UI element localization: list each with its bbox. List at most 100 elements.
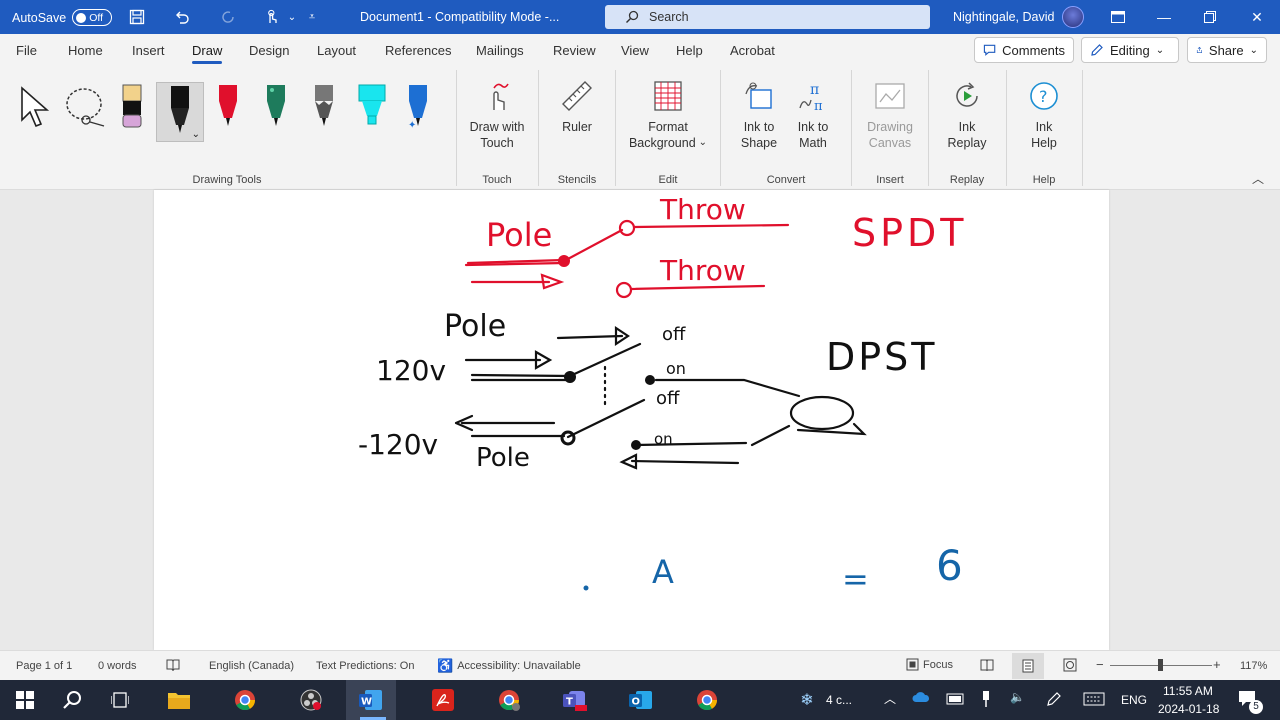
redo-icon[interactable] xyxy=(219,7,239,27)
eraser-icon[interactable] xyxy=(122,84,142,130)
save-icon[interactable] xyxy=(127,7,147,27)
usb-device-icon[interactable] xyxy=(980,690,992,711)
tab-help[interactable]: Help xyxy=(676,43,703,58)
notification-badge: 5 xyxy=(1249,700,1263,714)
search-box[interactable]: Search xyxy=(605,5,930,29)
pen-red[interactable] xyxy=(218,84,238,130)
ribbon-display-options-icon[interactable] xyxy=(1106,6,1130,28)
clock-date[interactable]: 2024-01-18 xyxy=(1158,702,1219,716)
touch-mode-icon[interactable] xyxy=(262,7,282,27)
teams-icon[interactable]: T xyxy=(562,688,588,712)
pen-black-selected[interactable]: ⌄ xyxy=(156,82,204,142)
ruler-button[interactable]: Ruler xyxy=(552,76,602,135)
tab-design[interactable]: Design xyxy=(249,43,289,58)
autosave-control[interactable]: AutoSave Off xyxy=(12,9,113,26)
document-area[interactable]: Pole Throw Throw SPDT Pole 120v -120v Po… xyxy=(0,190,1280,650)
word-icon[interactable]: W xyxy=(358,688,384,712)
chrome-profile-icon[interactable] xyxy=(496,688,522,712)
text-predictions-status[interactable]: Text Predictions: On xyxy=(316,660,414,672)
pen-blue-sparkle[interactable]: ✦ xyxy=(408,84,428,131)
zoom-slider-thumb[interactable] xyxy=(1158,659,1163,671)
zoom-in-icon[interactable]: + xyxy=(1213,657,1221,672)
weather-icon[interactable]: ❄ xyxy=(794,688,820,712)
customize-toolbar-icon[interactable]: ⩡ xyxy=(302,7,322,27)
tab-layout[interactable]: Layout xyxy=(317,43,356,58)
file-explorer-icon[interactable] xyxy=(166,688,192,712)
svg-text:π: π xyxy=(814,99,823,112)
select-tool-icon[interactable] xyxy=(18,84,52,131)
share-button[interactable]: Share ⌄ xyxy=(1187,37,1267,63)
accessibility-status[interactable]: ♿ Accessibility: Unavailable xyxy=(437,658,581,674)
chevron-down-icon[interactable]: ⌄ xyxy=(282,7,302,27)
input-language[interactable]: ENG xyxy=(1121,693,1147,707)
chrome-icon-2[interactable] xyxy=(694,688,720,712)
volume-icon[interactable]: 🔈 xyxy=(1010,690,1025,704)
restore-icon[interactable] xyxy=(1198,6,1222,28)
language-status[interactable]: English (Canada) xyxy=(209,660,294,672)
drawing-canvas-button[interactable]: Drawing Canvas xyxy=(862,76,918,151)
onedrive-icon[interactable] xyxy=(912,691,930,706)
tab-review[interactable]: Review xyxy=(553,43,596,58)
svg-text:T: T xyxy=(566,697,573,708)
page-count[interactable]: Page 1 of 1 xyxy=(16,660,72,672)
clock-time[interactable]: 11:55 AM xyxy=(1163,684,1213,698)
zoom-out-icon[interactable]: − xyxy=(1096,657,1104,672)
share-icon xyxy=(1196,46,1202,54)
weather-text[interactable]: 4 c... xyxy=(826,693,852,707)
lasso-select-icon[interactable] xyxy=(64,86,108,133)
ink-label-throw-bottom: Throw xyxy=(659,254,746,287)
drawing-canvas-label-2: Canvas xyxy=(868,136,912,150)
pen-green-galaxy[interactable] xyxy=(266,84,286,130)
tab-insert[interactable]: Insert xyxy=(132,43,165,58)
ink-to-shape-button[interactable]: Ink to Shape xyxy=(734,76,784,151)
print-layout-button[interactable] xyxy=(1012,653,1044,679)
ink-to-math-button[interactable]: ππ Ink to Math xyxy=(788,76,838,151)
comments-button[interactable]: Comments xyxy=(974,37,1074,63)
outlook-icon[interactable]: O xyxy=(628,688,654,712)
chevron-up-icon[interactable]: ︿ xyxy=(884,690,896,707)
editing-mode-button[interactable]: Editing ⌄ xyxy=(1081,37,1179,63)
zoom-level[interactable]: 117% xyxy=(1240,660,1267,672)
read-mode-icon[interactable] xyxy=(980,658,994,675)
web-layout-icon[interactable] xyxy=(1063,658,1077,675)
focus-button[interactable]: Focus xyxy=(906,658,953,671)
word-count[interactable]: 0 words xyxy=(98,660,137,672)
close-icon[interactable]: ✕ xyxy=(1245,6,1269,28)
chevron-down-icon: ⌄ xyxy=(698,137,708,148)
ink-canvas[interactable]: Pole Throw Throw SPDT Pole 120v -120v Po… xyxy=(154,190,1109,650)
draw-with-touch-button[interactable]: Draw with Touch xyxy=(466,76,528,151)
pencil-gray[interactable] xyxy=(314,84,334,130)
tab-references[interactable]: References xyxy=(385,43,451,58)
toggle-knob xyxy=(76,12,87,23)
tab-file[interactable]: File xyxy=(16,43,37,58)
windows-start-icon[interactable] xyxy=(12,688,38,712)
tab-acrobat[interactable]: Acrobat xyxy=(730,43,775,58)
obs-recorder-icon[interactable] xyxy=(298,688,324,712)
format-background-button[interactable]: Format Background ⌄ xyxy=(626,76,710,151)
search-icon[interactable] xyxy=(59,688,85,712)
undo-icon[interactable] xyxy=(172,7,192,27)
ink-replay-button[interactable]: Ink Replay xyxy=(942,76,992,151)
ink-help-button[interactable]: ? Ink Help xyxy=(1020,76,1068,151)
tab-draw[interactable]: Draw xyxy=(192,43,223,64)
minimize-icon[interactable]: — xyxy=(1152,6,1176,28)
keyboard-icon[interactable] xyxy=(1083,692,1105,709)
user-name[interactable]: Nightingale, David xyxy=(953,10,1054,24)
autosave-toggle[interactable]: Off xyxy=(72,9,113,26)
collapse-ribbon-icon[interactable]: ︿ xyxy=(1252,170,1264,187)
acrobat-icon[interactable] xyxy=(430,688,456,712)
battery-pc-icon[interactable] xyxy=(946,692,964,709)
chrome-icon[interactable] xyxy=(232,688,258,712)
pen-workspace-icon[interactable] xyxy=(1045,690,1063,711)
proofing-icon[interactable] xyxy=(166,658,180,675)
tab-view[interactable]: View xyxy=(621,43,649,58)
tab-mailings[interactable]: Mailings xyxy=(476,43,524,58)
search-icon xyxy=(626,10,639,23)
highlighter-cyan[interactable] xyxy=(358,84,386,130)
avatar[interactable] xyxy=(1062,6,1084,28)
group-divider xyxy=(928,70,929,186)
task-view-icon[interactable] xyxy=(107,688,133,712)
group-label-replay: Replay xyxy=(949,174,985,186)
tab-home[interactable]: Home xyxy=(68,43,103,58)
document-page[interactable]: Pole Throw Throw SPDT Pole 120v -120v Po… xyxy=(154,190,1109,650)
